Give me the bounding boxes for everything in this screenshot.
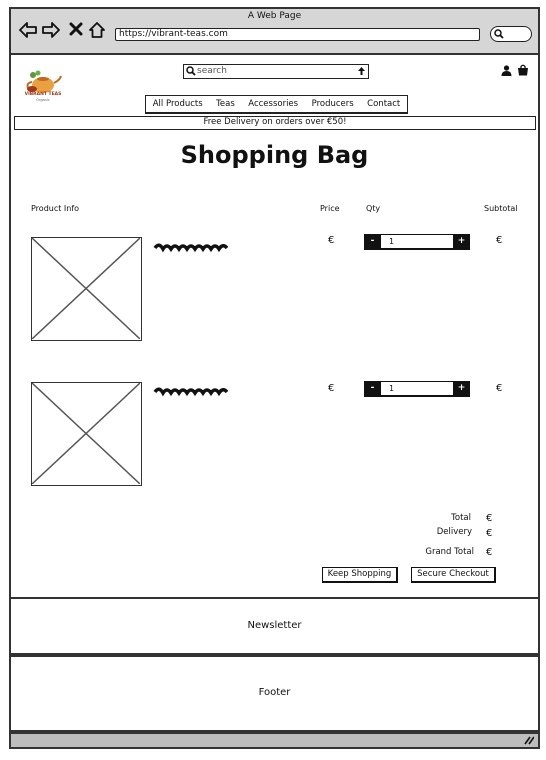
search-placeholder: search: [197, 66, 227, 76]
forward-arrow-icon[interactable]: [42, 22, 60, 42]
quantity-stepper: - 1 +: [364, 234, 470, 250]
column-header-product: Product Info: [31, 204, 80, 213]
qty-increase-button[interactable]: +: [453, 381, 470, 396]
back-arrow-icon[interactable]: [19, 22, 37, 42]
shopping-bag-icon[interactable]: [517, 64, 529, 76]
close-x-icon[interactable]: [69, 22, 83, 40]
price-value: €: [328, 383, 335, 394]
nav-teas[interactable]: Teas: [216, 99, 235, 109]
total-label: Total: [451, 513, 471, 523]
logo-name: VIBRANT TEAS: [24, 92, 62, 97]
delivery-label: Delivery: [436, 527, 472, 537]
grand-total-label: Grand Total: [425, 547, 474, 557]
nav-all-products[interactable]: All Products: [153, 99, 203, 109]
column-header-subtotal: Subtotal: [484, 204, 518, 213]
promo-banner: Free Delivery on orders over €50!: [14, 116, 536, 130]
qty-decrease-button[interactable]: -: [364, 234, 381, 249]
subtotal-value: €: [496, 383, 503, 394]
footer-section: Footer: [9, 655, 540, 732]
qty-input[interactable]: 1: [389, 237, 394, 246]
product-image-placeholder[interactable]: [31, 382, 142, 486]
product-name-scribble: [153, 387, 229, 397]
grand-total-value: €: [486, 547, 493, 558]
nav-contact[interactable]: Contact: [367, 99, 400, 109]
quantity-stepper: - 1 +: [364, 381, 470, 397]
newsletter-section: Newsletter: [11, 597, 538, 655]
column-header-qty: Qty: [366, 204, 381, 213]
column-header-price: Price: [320, 204, 340, 213]
main-nav: All Products Teas Accessories Producers …: [145, 95, 408, 114]
nav-producers[interactable]: Producers: [312, 99, 354, 109]
resize-grip-icon[interactable]: [524, 736, 534, 745]
qty-increase-button[interactable]: +: [453, 234, 470, 249]
delivery-value: €: [486, 528, 493, 539]
subtotal-value: €: [496, 235, 503, 246]
upload-arrow-icon[interactable]: [357, 66, 366, 76]
site-search-input[interactable]: search: [183, 64, 369, 79]
qty-input[interactable]: 1: [389, 384, 394, 393]
browser-search-button[interactable]: [490, 26, 532, 42]
search-icon: [186, 66, 196, 76]
logo-subtitle: Organic: [36, 98, 50, 102]
product-name-scribble: [153, 243, 229, 253]
qty-decrease-button[interactable]: -: [364, 381, 381, 396]
page-title: Shopping Bag: [180, 141, 369, 169]
nav-accessories[interactable]: Accessories: [248, 99, 298, 109]
account-icon[interactable]: [501, 65, 512, 76]
search-icon: [494, 29, 504, 39]
status-bar: [11, 732, 538, 747]
price-value: €: [328, 235, 335, 246]
total-value: €: [486, 513, 493, 524]
browser-toolbar: A Web Page https://vibrant-teas.com: [11, 9, 538, 55]
browser-window: A Web Page https://vibrant-teas.com VIBR…: [9, 7, 540, 749]
home-icon[interactable]: [89, 22, 105, 42]
url-bar[interactable]: https://vibrant-teas.com: [115, 28, 480, 41]
keep-shopping-button[interactable]: Keep Shopping: [322, 567, 398, 583]
product-image-placeholder[interactable]: [31, 237, 142, 341]
window-title: A Web Page: [247, 11, 302, 21]
secure-checkout-button[interactable]: Secure Checkout: [411, 567, 496, 583]
